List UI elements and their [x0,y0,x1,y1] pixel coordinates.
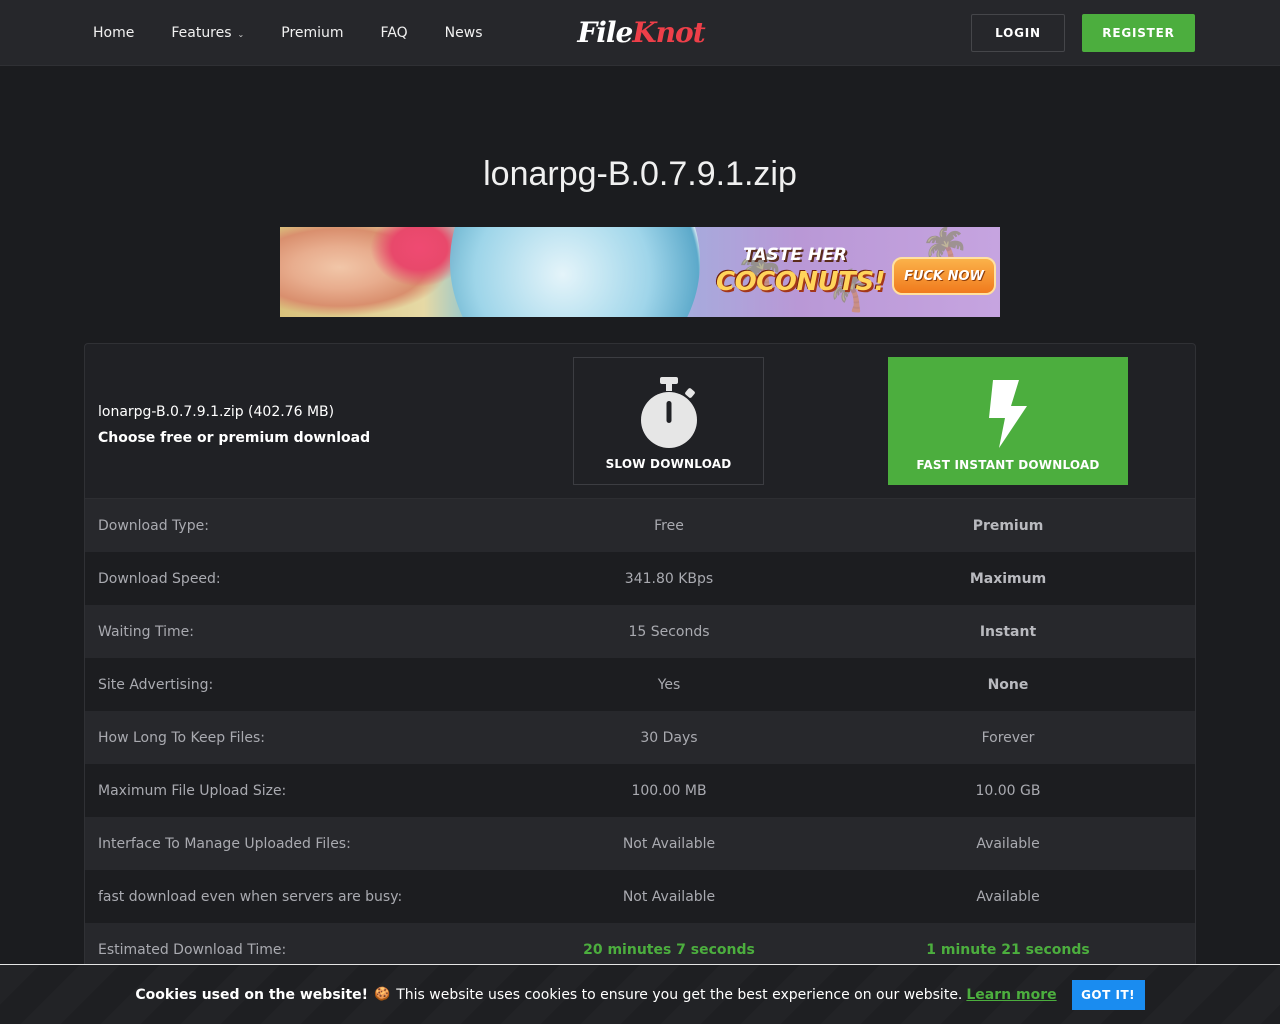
comparison-premium-value: Instant [979,623,1037,640]
comparison-label: Waiting Time: [98,623,194,640]
comparison-premium-value: Premium [972,517,1044,534]
nav-features-label: Features [171,25,232,41]
comparison-label: Download Type: [98,517,209,534]
estimated-time-premium: 1 minute 21 seconds [926,941,1090,958]
comparison-row: Maximum File Upload Size: 100.00 MB 10.0… [85,764,1195,817]
ad-headline-big: COCONUTS! [716,267,886,297]
top-navbar: Home Features ⌄ Premium FAQ News File Knot… [0,0,1280,66]
fast-download-button[interactable]: FAST INSTANT DOWNLOAD [888,357,1128,485]
site-logo[interactable]: File Knot [568,12,714,52]
login-button[interactable]: LOGIN [971,14,1065,52]
nav-news[interactable]: News [445,25,483,41]
comparison-label: Interface To Manage Uploaded Files: [98,835,351,852]
cookie-heading: Cookies used on the website! [135,986,369,1003]
comparison-free-value: 341.80 KBps [624,570,714,587]
comparison-premium-value: None [987,676,1029,693]
comparison-free-value: 30 Days [640,729,698,746]
ad-cta-button[interactable]: FUCK NOW [892,257,996,295]
comparison-label: How Long To Keep Files: [98,729,265,746]
comparison-row: Download Type: Free Premium [85,499,1195,552]
comparison-free-value: Free [654,517,684,534]
nav-premium-label: Premium [281,25,344,41]
comparison-premium-value: Available [976,888,1040,905]
slow-download-button[interactable]: SLOW DOWNLOAD [573,357,764,485]
logo-part-file: File [577,15,633,49]
nav-faq-label: FAQ [380,25,408,41]
cookie-accept-button[interactable]: GOT IT! [1071,979,1145,1010]
comparison-premium-value: 10.00 GB [975,782,1041,799]
cookie-icon: 🍪 [374,987,391,1002]
comparison-premium-value: Available [976,835,1040,852]
register-button[interactable]: REGISTER [1082,14,1195,52]
main-nav: Home Features ⌄ Premium FAQ News [93,0,520,66]
comparison-label: Maximum File Upload Size: [98,782,287,799]
ad-headline-small: TASTE HER [743,245,847,265]
comparison-row: Waiting Time: 15 Seconds Instant [85,605,1195,658]
fast-download-label: FAST INSTANT DOWNLOAD [916,458,1100,472]
comparison-label: Estimated Download Time: [98,941,287,958]
file-info: lonarpg-B.0.7.9.1.zip (402.76 MB) Choose… [98,399,370,451]
ad-character-hair [370,227,460,287]
comparison-free-value: Not Available [622,888,716,905]
cookie-message: This website uses cookies to ensure you … [396,986,963,1003]
download-options-header: lonarpg-B.0.7.9.1.zip (402.76 MB) Choose… [85,344,1195,499]
estimated-time-free: 20 minutes 7 seconds [583,941,755,958]
cookie-consent-bar: Cookies used on the website! 🍪 This webs… [0,964,1280,1024]
nav-news-label: News [444,25,483,41]
comparison-free-value: 100.00 MB [631,782,707,799]
file-name-size: lonarpg-B.0.7.9.1.zip (402.76 MB) [98,404,335,420]
comparison-label: Site Advertising: [98,676,214,693]
nav-features[interactable]: Features ⌄ [171,25,244,41]
comparison-free-value: Yes [657,676,681,693]
chevron-down-icon: ⌄ [237,29,245,39]
logo-part-knot: Knot [632,15,705,49]
comparison-free-value: 15 Seconds [628,623,710,640]
stopwatch-icon [640,377,697,448]
download-comparison-panel: lonarpg-B.0.7.9.1.zip (402.76 MB) Choose… [84,343,1196,1024]
comparison-row: fast download even when servers are busy… [85,870,1195,923]
nav-home[interactable]: Home [93,25,134,41]
nav-home-label: Home [93,25,135,41]
lightning-bolt-icon [989,380,1027,448]
comparison-row: Download Speed: 341.80 KBps Maximum [85,552,1195,605]
download-choice-prompt: Choose free or premium download [98,430,371,446]
slow-download-label: SLOW DOWNLOAD [605,457,732,471]
nav-faq[interactable]: FAQ [381,25,408,41]
comparison-premium-value: Forever [981,729,1035,746]
comparison-premium-value: Maximum [969,570,1047,587]
page-title: lonarpg-B.0.7.9.1.zip [483,155,797,193]
nav-premium[interactable]: Premium [281,25,343,41]
learn-more-link[interactable]: Learn more [966,987,1056,1003]
comparison-row: How Long To Keep Files: 30 Days Forever [85,711,1195,764]
comparison-label: fast download even when servers are busy… [98,888,403,905]
comparison-free-value: Not Available [622,835,716,852]
ad-banner[interactable]: 🌴 🌴 🌴 TASTE HER COCONUTS! FUCK NOW [280,227,1000,317]
comparison-row: Site Advertising: Yes None [85,658,1195,711]
ad-coconut-circle [450,227,700,317]
comparison-row: Interface To Manage Uploaded Files: Not … [85,817,1195,870]
comparison-label: Download Speed: [98,570,221,587]
